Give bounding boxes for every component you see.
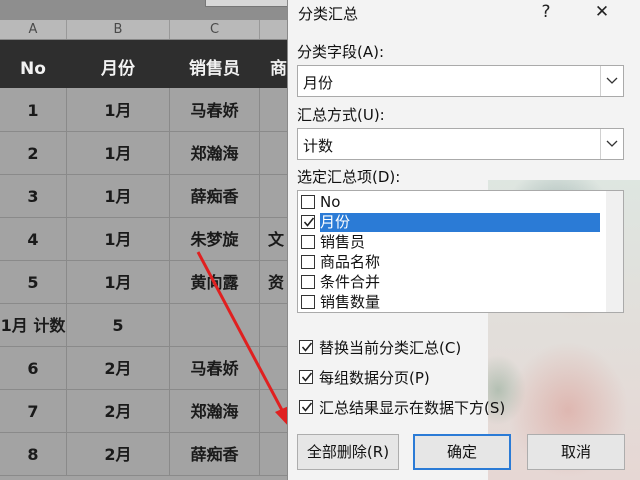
- cell-no[interactable]: 4: [0, 217, 67, 260]
- column-header-c[interactable]: C: [170, 20, 260, 39]
- item-label: 销售员: [320, 233, 366, 251]
- close-button[interactable]: ✕: [582, 0, 622, 24]
- cell-salesperson[interactable]: 马春娇: [170, 346, 260, 389]
- page-break-option[interactable]: 每组数据分页(P): [297, 366, 627, 388]
- cell-salesperson[interactable]: 黄向露: [170, 260, 260, 303]
- item-label: 条件合并: [320, 273, 381, 291]
- cell-salesperson[interactable]: 薛痴香: [170, 174, 260, 217]
- list-item[interactable]: 销售数量: [299, 293, 599, 312]
- header-cell-no[interactable]: No: [0, 40, 66, 88]
- item-checkbox[interactable]: [301, 215, 315, 229]
- option-label: 每组数据分页(P): [319, 369, 430, 387]
- item-checkbox[interactable]: [301, 275, 315, 289]
- remove-all-button[interactable]: 全部删除(R): [297, 434, 399, 470]
- cell-salesperson[interactable]: 马春娇: [170, 88, 260, 131]
- summary-below-option[interactable]: 汇总结果显示在数据下方(S): [297, 396, 627, 418]
- cell-month[interactable]: 1月: [67, 88, 170, 131]
- item-checkbox[interactable]: [301, 295, 315, 309]
- cell-no[interactable]: 1: [0, 88, 67, 131]
- subtotal-dialog: 分类汇总 ? ✕ 分类字段(A): 月份 汇总方式(U): 计数 选定汇总项(D…: [287, 0, 640, 480]
- cell-no[interactable]: 7: [0, 389, 67, 432]
- list-item[interactable]: 条件合并: [299, 273, 599, 293]
- cell-no[interactable]: 1月 计数: [0, 303, 67, 346]
- option-checkbox[interactable]: [299, 370, 313, 384]
- cell-salesperson[interactable]: 朱梦旋: [170, 217, 260, 260]
- header-cell-month[interactable]: 月份: [67, 40, 169, 88]
- cell-no[interactable]: 8: [0, 432, 67, 475]
- cell-no[interactable]: 5: [0, 260, 67, 303]
- group-field-value: 月份: [303, 74, 334, 92]
- help-button[interactable]: ?: [526, 0, 566, 24]
- function-select[interactable]: 计数: [297, 128, 624, 160]
- list-item[interactable]: 商品名称: [299, 253, 599, 273]
- group-field-label: 分类字段(A):: [297, 43, 385, 61]
- items-label: 选定汇总项(D):: [297, 168, 401, 186]
- option-label: 替换当前分类汇总(C): [319, 339, 462, 357]
- header-cell-salesperson[interactable]: 销售员: [170, 40, 259, 88]
- cell-month[interactable]: 1月: [67, 174, 170, 217]
- cell-month[interactable]: 1月: [67, 260, 170, 303]
- item-label: 月份: [320, 213, 600, 232]
- cell-month[interactable]: 2月: [67, 389, 170, 432]
- item-checkbox[interactable]: [301, 235, 315, 249]
- chevron-down-icon[interactable]: [600, 66, 623, 96]
- cell-month[interactable]: 1月: [67, 217, 170, 260]
- list-scrollbar[interactable]: [606, 191, 623, 312]
- item-label: 商品名称: [320, 253, 381, 271]
- chevron-down-icon[interactable]: [600, 129, 623, 159]
- cell-salesperson[interactable]: 薛痴香: [170, 432, 260, 475]
- cell-month[interactable]: 1月: [67, 131, 170, 174]
- list-item[interactable]: 月份: [299, 213, 600, 233]
- function-label: 汇总方式(U):: [297, 106, 385, 124]
- item-checkbox[interactable]: [301, 255, 315, 269]
- cell-salesperson[interactable]: 郑瀚海: [170, 389, 260, 432]
- column-header-b[interactable]: B: [67, 20, 170, 39]
- item-checkbox[interactable]: [301, 195, 315, 209]
- function-value: 计数: [303, 137, 334, 155]
- group-field-select[interactable]: 月份: [297, 65, 624, 97]
- formula-input[interactable]: [205, 0, 292, 7]
- list-item[interactable]: No: [299, 193, 599, 213]
- column-header-a[interactable]: A: [0, 20, 67, 39]
- cell-month[interactable]: 5: [67, 303, 170, 346]
- subtotal-items-list[interactable]: No 月份 销售员商品名称条件合并销售数量: [297, 190, 624, 313]
- option-checkbox[interactable]: [299, 400, 313, 414]
- cell-no[interactable]: 3: [0, 174, 67, 217]
- cell-salesperson[interactable]: [170, 303, 260, 346]
- cell-no[interactable]: 2: [0, 131, 67, 174]
- dialog-title: 分类汇总: [298, 5, 359, 23]
- option-checkbox[interactable]: [299, 340, 313, 354]
- option-label: 汇总结果显示在数据下方(S): [319, 399, 506, 417]
- cell-month[interactable]: 2月: [67, 432, 170, 475]
- item-label: 销售数量: [320, 293, 381, 311]
- cancel-button[interactable]: 取消: [527, 434, 625, 470]
- list-item[interactable]: 销售员: [299, 233, 599, 253]
- cell-salesperson[interactable]: 郑瀚海: [170, 131, 260, 174]
- cell-month[interactable]: 2月: [67, 346, 170, 389]
- cell-no[interactable]: 6: [0, 346, 67, 389]
- ok-button[interactable]: 确定: [413, 434, 511, 470]
- item-label: No: [320, 193, 341, 211]
- replace-subtotals-option[interactable]: 替换当前分类汇总(C): [297, 336, 627, 358]
